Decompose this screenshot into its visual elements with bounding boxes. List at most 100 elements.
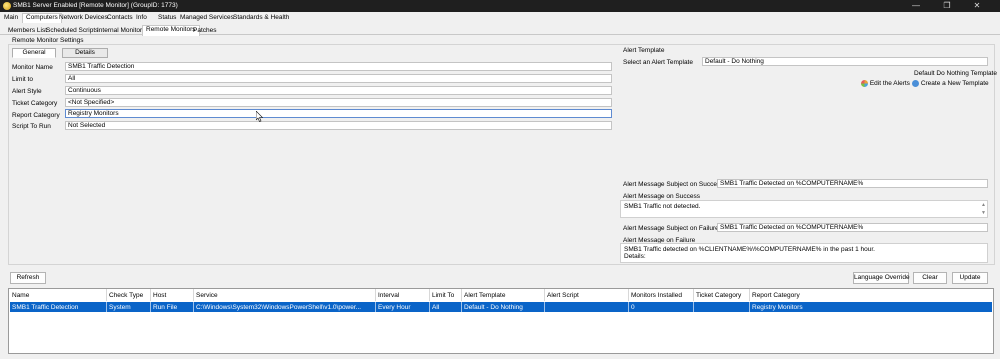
column-header-interval[interactable]: Interval xyxy=(378,292,399,299)
refresh-button[interactable]: Refresh xyxy=(10,272,46,284)
title-bar: SMB1 Server Enabled [Remote Monitor] (Gr… xyxy=(0,0,1000,12)
menu-status[interactable]: Status xyxy=(158,14,176,21)
create-template-label: Create a New Template xyxy=(920,80,989,88)
update-button[interactable]: Update xyxy=(952,272,988,284)
tab-details[interactable]: Details xyxy=(62,48,108,58)
report-category-select[interactable]: Registry Monitors ﹀ xyxy=(65,109,612,118)
cell-name: SMB1 Traffic Detection xyxy=(12,303,79,311)
limit-to-select[interactable]: All ﹀ xyxy=(65,74,612,83)
scroll-down-icon[interactable]: ▼ xyxy=(981,210,986,217)
create-template-link[interactable]: Create a New Template xyxy=(912,80,989,87)
column-header-name[interactable]: Name xyxy=(12,292,29,299)
menu-network-devices[interactable]: Network Devices xyxy=(59,14,108,21)
column-header-alert-script[interactable]: Alert Script xyxy=(547,292,579,299)
limit-to-label: Limit to xyxy=(12,76,33,83)
clear-button[interactable]: Clear xyxy=(913,272,947,284)
cell-divider xyxy=(544,302,545,312)
cell-divider xyxy=(693,302,694,312)
cell-host: Run File xyxy=(153,303,178,311)
alert-template-value: Default - Do Nothing xyxy=(705,58,764,65)
column-divider[interactable] xyxy=(628,289,629,301)
script-to-run-select[interactable]: Not Selected ﹀ xyxy=(65,121,612,130)
column-divider[interactable] xyxy=(106,289,107,301)
column-divider[interactable] xyxy=(461,289,462,301)
alert-template-label: Alert Template xyxy=(623,47,665,54)
chevron-down-icon: ﹀ xyxy=(602,121,609,127)
column-header-ticket-category[interactable]: Ticket Category xyxy=(696,292,741,299)
alert-style-value: Continuous xyxy=(68,87,101,94)
column-divider[interactable] xyxy=(375,289,376,301)
sub-tab-bar: Members List Scheduled Scripts Internal … xyxy=(0,24,1000,36)
menu-info[interactable]: Info xyxy=(136,14,147,21)
failure-message-line-2: Details: xyxy=(624,253,646,260)
report-category-value: Registry Monitors xyxy=(68,110,119,117)
cell-service: C:\Windows\System32\WindowsPowerShell\v1… xyxy=(196,303,362,311)
tab-remote-monitors[interactable]: Remote Monitors xyxy=(142,25,200,36)
success-subject-input[interactable]: SMB1 Traffic Detected on %COMPUTERNAME% xyxy=(717,179,988,188)
column-divider[interactable] xyxy=(749,289,750,301)
tab-patches[interactable]: Patches xyxy=(193,27,217,34)
tab-internal-monitors[interactable]: Internal Monitors xyxy=(97,27,145,34)
failure-message-textarea[interactable]: SMB1 Traffic detected on %CLIENTNAME%\%C… xyxy=(620,243,988,263)
menu-standards-health[interactable]: Standards & Health xyxy=(233,14,289,21)
tab-members-list[interactable]: Members List xyxy=(8,27,47,34)
language-override-button[interactable]: Language Override xyxy=(853,272,910,284)
column-divider[interactable] xyxy=(150,289,151,301)
tab-general[interactable]: General xyxy=(12,48,56,58)
cell-check-type: System xyxy=(109,303,131,311)
column-header-service[interactable]: Service xyxy=(196,292,218,299)
limit-to-value: All xyxy=(68,75,76,82)
cell-divider xyxy=(193,302,194,312)
ticket-category-value: <Not Specified> xyxy=(68,99,115,106)
menu-contacts[interactable]: Contacts xyxy=(107,14,133,21)
chevron-down-icon: ﹀ xyxy=(602,74,609,80)
tab-scheduled-scripts[interactable]: Scheduled Scripts xyxy=(46,27,98,34)
column-divider[interactable] xyxy=(693,289,694,301)
cell-report-category: Registry Monitors xyxy=(752,303,803,311)
ticket-category-select[interactable]: <Not Specified> ﹀ xyxy=(65,98,612,107)
edit-alerts-link[interactable]: Edit the Alerts xyxy=(861,80,910,87)
column-divider[interactable] xyxy=(193,289,194,301)
cell-limit-to: All xyxy=(432,303,440,311)
monitors-table: Name Check Type Host Service Interval Li… xyxy=(8,288,994,354)
failure-subject-label: Alert Message Subject on Failure: xyxy=(623,225,721,232)
edit-alerts-icon xyxy=(861,80,868,87)
menu-managed-services[interactable]: Managed Services xyxy=(180,14,234,21)
failure-subject-input[interactable]: SMB1 Traffic Detected on %COMPUTERNAME% xyxy=(717,223,988,232)
mouse-cursor-icon xyxy=(256,111,263,122)
menu-bar: Main Computers Network Devices Contacts … xyxy=(0,12,1000,23)
window-title: SMB1 Server Enabled [Remote Monitor] (Gr… xyxy=(13,2,178,9)
cell-divider xyxy=(150,302,151,312)
menu-computers[interactable]: Computers xyxy=(22,13,62,23)
maximize-button[interactable]: ❐ xyxy=(936,0,958,12)
monitor-name-input[interactable]: SMB1 Traffic Detection xyxy=(65,62,612,71)
scroll-up-icon[interactable]: ▲ xyxy=(981,202,986,209)
column-divider[interactable] xyxy=(429,289,430,301)
cell-divider xyxy=(461,302,462,312)
minimize-button[interactable]: — xyxy=(905,0,927,12)
alert-style-select[interactable]: Continuous ﹀ xyxy=(65,86,612,95)
column-divider[interactable] xyxy=(544,289,545,301)
success-subject-label: Alert Message Subject on Success: xyxy=(623,181,726,188)
success-message-textarea[interactable]: SMB1 Traffic not detected. ▲ ▼ xyxy=(620,200,988,218)
script-to-run-value: Not Selected xyxy=(68,122,106,129)
report-category-label: Report Category xyxy=(12,112,60,119)
info-icon xyxy=(912,80,919,87)
column-header-report-category[interactable]: Report Category xyxy=(752,292,800,299)
column-header-check-type[interactable]: Check Type xyxy=(109,292,143,299)
failure-message-line-1: SMB1 Traffic detected on %CLIENTNAME%\%C… xyxy=(624,246,875,253)
chevron-down-icon: ﹀ xyxy=(602,86,609,92)
column-header-monitors-installed[interactable]: Monitors Installed xyxy=(631,292,682,299)
alert-template-select[interactable]: Default - Do Nothing ﹀ xyxy=(702,57,988,66)
success-message-label: Alert Message on Success xyxy=(623,193,700,200)
cell-interval: Every Hour xyxy=(378,303,411,311)
menu-main[interactable]: Main xyxy=(4,14,18,21)
app-icon xyxy=(3,2,11,10)
column-header-alert-template[interactable]: Alert Template xyxy=(464,292,505,299)
close-button[interactable]: ✕ xyxy=(966,0,988,12)
cell-divider xyxy=(749,302,750,312)
column-header-host[interactable]: Host xyxy=(153,292,166,299)
table-row[interactable]: SMB1 Traffic Detection System Run File C… xyxy=(10,302,992,312)
success-message-text: SMB1 Traffic not detected. xyxy=(624,203,701,210)
column-header-limit-to[interactable]: Limit To xyxy=(432,292,454,299)
